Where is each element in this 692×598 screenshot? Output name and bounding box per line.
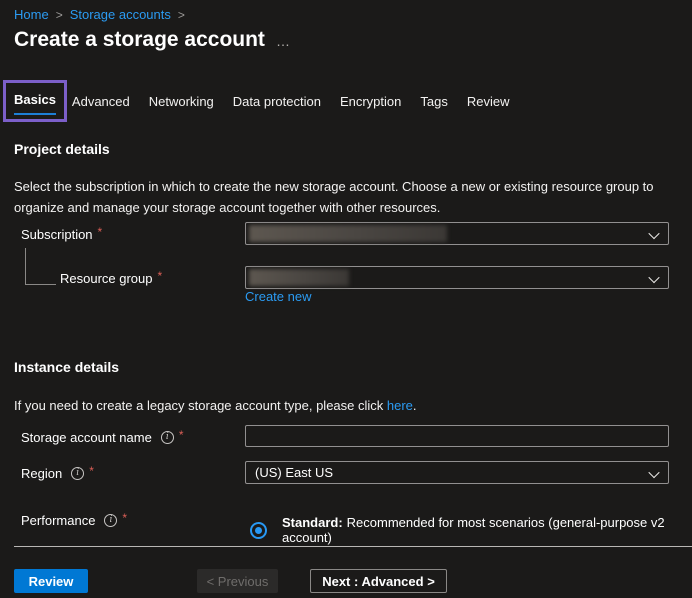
chevron-down-icon — [648, 467, 659, 478]
storage-account-name-label-text: Storage account name — [21, 430, 152, 445]
subscription-label: Subscription * — [21, 227, 102, 242]
field-connector-vertical — [25, 248, 26, 285]
storage-account-name-input[interactable] — [245, 425, 669, 447]
instance-details-heading: Instance details — [14, 359, 119, 375]
required-asterisk: * — [122, 511, 127, 525]
breadcrumb-separator: > — [178, 8, 185, 22]
performance-label: Performance i * — [21, 513, 127, 528]
region-label: Region i * — [21, 466, 94, 481]
tab-networking[interactable]: Networking — [149, 94, 214, 109]
region-dropdown[interactable]: (US) East US — [245, 461, 669, 484]
tab-encryption[interactable]: Encryption — [340, 94, 401, 109]
footer-divider — [14, 546, 692, 547]
chevron-down-icon — [648, 272, 659, 283]
radio-dot — [255, 527, 262, 534]
chevron-down-icon — [648, 228, 659, 239]
tab-basics[interactable]: Basics — [14, 92, 56, 115]
active-tab-underline — [14, 113, 56, 115]
required-asterisk: * — [179, 428, 184, 442]
storage-account-name-label: Storage account name i * — [21, 430, 183, 445]
radio-selected-icon[interactable] — [250, 522, 267, 539]
subscription-dropdown[interactable] — [245, 222, 669, 245]
create-new-link[interactable]: Create new — [245, 289, 311, 304]
basics-tab-highlight-box: Basics — [3, 80, 67, 122]
performance-option-label: Standard:Recommended for most scenarios … — [282, 515, 692, 545]
redacted-resource-group-value — [249, 269, 349, 286]
info-icon[interactable]: i — [161, 431, 174, 444]
breadcrumb: Home > Storage accounts > — [14, 7, 185, 22]
breadcrumb-separator: > — [56, 8, 63, 22]
tab-data-protection[interactable]: Data protection — [233, 94, 321, 109]
create-storage-account-page: Home > Storage accounts > Create a stora… — [0, 0, 692, 598]
review-button[interactable]: Review — [14, 569, 88, 593]
resource-group-label-text: Resource group — [60, 271, 153, 286]
required-asterisk: * — [98, 225, 103, 239]
previous-button[interactable]: < Previous — [197, 569, 278, 593]
redacted-subscription-value — [249, 225, 447, 242]
project-details-description: Select the subscription in which to crea… — [14, 176, 680, 218]
tab-review[interactable]: Review — [467, 94, 510, 109]
performance-standard-option: Standard:Recommended for most scenarios … — [250, 515, 692, 545]
legacy-note-text: If you need to create a legacy storage a… — [14, 398, 387, 413]
subscription-label-text: Subscription — [21, 227, 93, 242]
breadcrumb-link-storage-accounts[interactable]: Storage accounts — [70, 7, 171, 22]
legacy-here-link[interactable]: here — [387, 398, 413, 413]
resource-group-label: Resource group * — [60, 271, 162, 286]
info-icon[interactable]: i — [104, 514, 117, 527]
region-label-text: Region — [21, 466, 62, 481]
tab-tags[interactable]: Tags — [420, 94, 447, 109]
required-asterisk: * — [89, 464, 94, 478]
legacy-note-period: . — [413, 398, 417, 413]
legacy-account-note: If you need to create a legacy storage a… — [14, 395, 680, 416]
required-asterisk: * — [158, 269, 163, 283]
next-advanced-button[interactable]: Next : Advanced > — [310, 569, 447, 593]
performance-option-bold: Standard: — [282, 515, 343, 530]
region-selected-value: (US) East US — [246, 465, 333, 480]
wizard-tabs: Basics Advanced Networking Data protecti… — [3, 80, 509, 122]
tab-basics-label: Basics — [14, 92, 56, 107]
resource-group-dropdown[interactable] — [245, 266, 669, 289]
project-details-heading: Project details — [14, 141, 110, 157]
info-icon[interactable]: i — [71, 467, 84, 480]
breadcrumb-link-home[interactable]: Home — [14, 7, 49, 22]
performance-label-text: Performance — [21, 513, 95, 528]
tab-advanced[interactable]: Advanced — [72, 94, 130, 109]
more-menu-icon[interactable]: … — [276, 33, 291, 49]
field-connector-horizontal — [25, 284, 56, 285]
page-title: Create a storage account — [14, 28, 265, 52]
